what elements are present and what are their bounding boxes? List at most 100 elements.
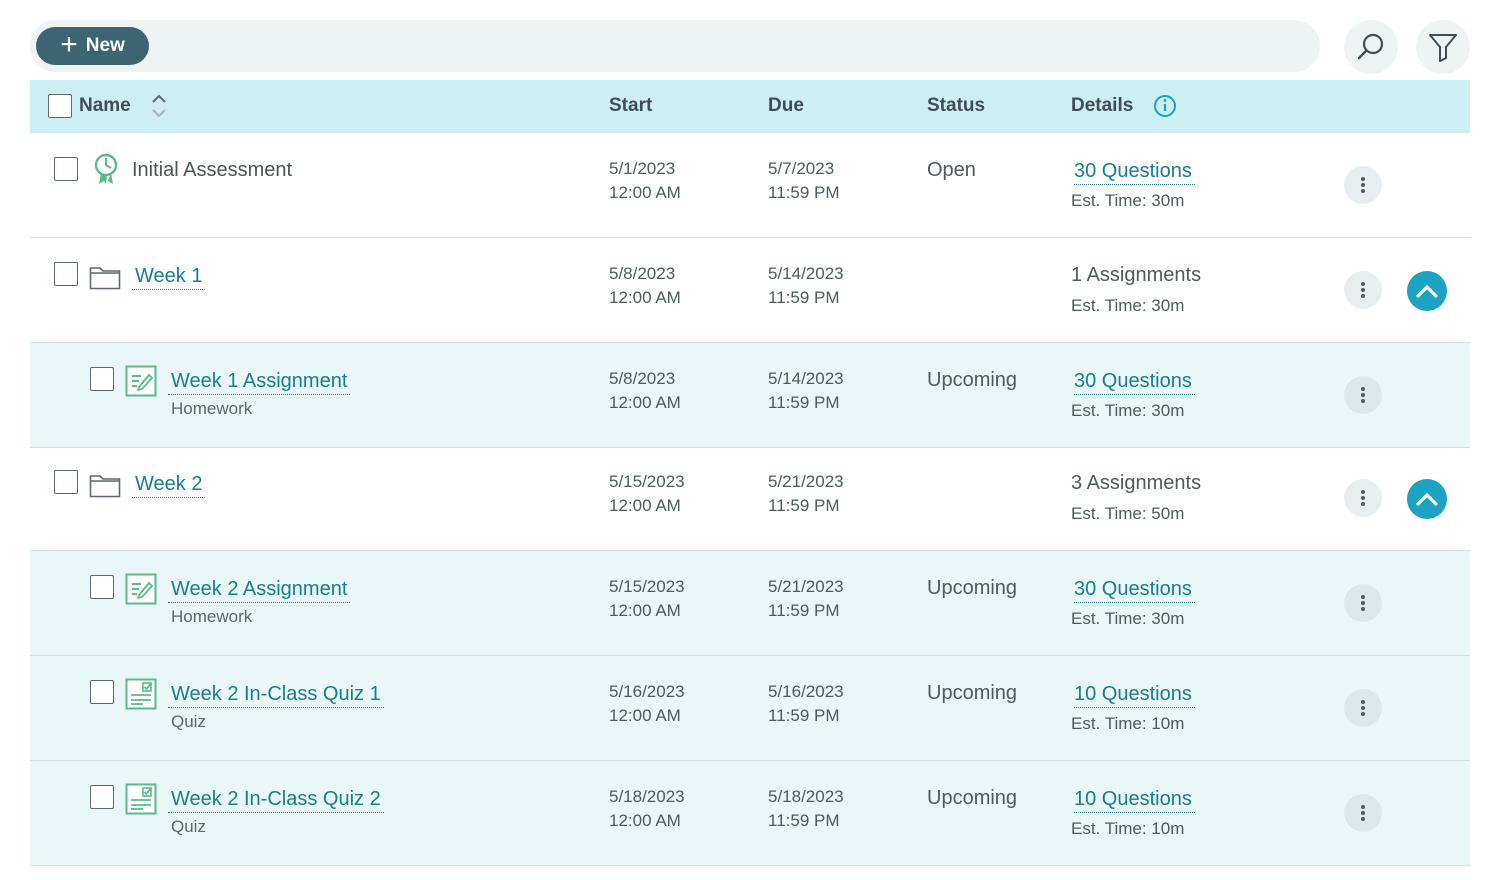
- est-time: Est. Time: 10m: [1071, 819, 1185, 838]
- toolbar: + New: [30, 20, 1320, 72]
- header-status: Status: [927, 95, 986, 116]
- due-date: 5/14/2023 11:59 PM: [768, 369, 844, 412]
- questions-link[interactable]: 10 Questions: [1074, 787, 1195, 813]
- header-name: Name: [79, 95, 131, 116]
- row-checkbox[interactable]: [90, 680, 114, 704]
- start-date: 5/18/2023 12:00 AM: [609, 787, 685, 830]
- questions-link[interactable]: 30 Questions: [1074, 159, 1195, 185]
- due-date: 5/18/2023 11:59 PM: [768, 787, 844, 830]
- row-checkbox[interactable]: [90, 785, 114, 809]
- info-icon[interactable]: [1153, 94, 1177, 118]
- folder-icon: [89, 267, 121, 290]
- more-vertical-icon: [1361, 490, 1365, 506]
- item-name: Initial Assessment: [132, 159, 293, 181]
- select-all-checkbox[interactable]: [48, 94, 72, 118]
- est-time: Est. Time: 50m: [1071, 504, 1185, 523]
- folder-link[interactable]: Week 1: [132, 264, 206, 290]
- status-text: Upcoming: [927, 787, 1018, 809]
- chevron-up-icon: [1416, 493, 1438, 506]
- table-row: Week 2 In-Class Quiz 2 Quiz 5/18/2023 12:…: [30, 761, 1470, 866]
- folder-link[interactable]: Week 2: [132, 472, 206, 498]
- row-checkbox[interactable]: [90, 367, 114, 391]
- quiz-icon: [125, 678, 157, 710]
- more-vertical-icon: [1361, 805, 1365, 821]
- table-row: Week 1 Assignment Homework 5/8/2023 12:00…: [30, 343, 1470, 448]
- due-date: 5/16/2023 11:59 PM: [768, 682, 844, 725]
- est-time: Est. Time: 30m: [1071, 191, 1185, 210]
- assessment-badge-icon: [94, 153, 118, 184]
- row-checkbox[interactable]: [90, 575, 114, 599]
- more-vertical-icon: [1361, 700, 1365, 716]
- est-time: Est. Time: 30m: [1071, 609, 1185, 628]
- table-row: Week 1 5/8/2023 12:00 AM 5/14/2023 11:59 P…: [30, 238, 1470, 343]
- est-time: Est. Time: 30m: [1071, 296, 1185, 315]
- more-vertical-icon: [1361, 595, 1365, 611]
- folder-icon: [89, 475, 121, 498]
- row-menu-button[interactable]: [1344, 271, 1382, 309]
- search-icon: [1357, 33, 1384, 60]
- quiz-link[interactable]: Week 2 In-Class Quiz 2: [168, 787, 384, 813]
- due-date: 5/21/2023 11:59 PM: [768, 472, 844, 515]
- homework-icon: [125, 365, 157, 397]
- row-menu-button[interactable]: [1344, 794, 1382, 832]
- table-row: Week 2 5/15/2023 12:00 AM 5/21/2023 11:59 …: [30, 446, 1470, 551]
- est-time: Est. Time: 30m: [1071, 401, 1185, 420]
- row-menu-button[interactable]: [1344, 166, 1382, 204]
- status-text: Open: [927, 159, 976, 181]
- row-menu-button[interactable]: [1344, 689, 1382, 727]
- row-checkbox[interactable]: [54, 470, 78, 494]
- filter-button[interactable]: [1416, 20, 1470, 74]
- more-vertical-icon: [1361, 177, 1365, 193]
- status-text: Upcoming: [927, 577, 1018, 599]
- chevron-up-icon: [1416, 285, 1438, 298]
- item-type: Quiz: [171, 817, 206, 836]
- assignments-count: 1 Assignments: [1071, 264, 1202, 286]
- due-date: 5/7/2023 11:59 PM: [768, 159, 840, 202]
- item-type: Quiz: [171, 712, 206, 731]
- item-type: Homework: [171, 399, 253, 418]
- assignments-count: 3 Assignments: [1071, 472, 1202, 494]
- row-menu-button[interactable]: [1344, 376, 1382, 414]
- plus-icon: +: [60, 27, 78, 61]
- status-text: Upcoming: [927, 682, 1018, 704]
- item-type: Homework: [171, 607, 253, 626]
- start-date: 5/16/2023 12:00 AM: [609, 682, 685, 725]
- table-header: Name Start Due Status Details: [30, 80, 1470, 133]
- table-row: Week 2 Assignment Homework 5/15/2023 12:0…: [30, 551, 1470, 656]
- assignment-link[interactable]: Week 1 Assignment: [168, 369, 351, 395]
- due-date: 5/21/2023 11:59 PM: [768, 577, 844, 620]
- homework-icon: [125, 573, 157, 605]
- quiz-link[interactable]: Week 2 In-Class Quiz 1: [168, 682, 384, 708]
- table-row: Initial Assessment 5/1/2023 12:00 AM 5/7/…: [30, 133, 1470, 238]
- filter-icon: [1429, 34, 1457, 62]
- start-date: 5/15/2023 12:00 AM: [609, 472, 685, 515]
- header-details: Details: [1071, 95, 1134, 116]
- row-menu-button[interactable]: [1344, 584, 1382, 622]
- more-vertical-icon: [1361, 282, 1365, 298]
- questions-link[interactable]: 30 Questions: [1074, 369, 1195, 395]
- row-checkbox[interactable]: [54, 157, 78, 181]
- assignment-link[interactable]: Week 2 Assignment: [168, 577, 351, 603]
- header-start: Start: [609, 95, 653, 116]
- est-time: Est. Time: 10m: [1071, 714, 1185, 733]
- table-row: Week 2 In-Class Quiz 1 Quiz 5/16/2023 12:…: [30, 656, 1470, 761]
- sort-icon[interactable]: [150, 92, 168, 120]
- status-text: Upcoming: [927, 369, 1018, 391]
- collapse-button[interactable]: [1407, 271, 1447, 311]
- header-due: Due: [768, 95, 804, 116]
- questions-link[interactable]: 10 Questions: [1074, 682, 1195, 708]
- row-checkbox[interactable]: [54, 262, 78, 286]
- new-button[interactable]: + New: [36, 27, 149, 65]
- start-date: 5/8/2023 12:00 AM: [609, 264, 681, 307]
- start-date: 5/15/2023 12:00 AM: [609, 577, 685, 620]
- start-date: 5/1/2023 12:00 AM: [609, 159, 681, 202]
- more-vertical-icon: [1361, 387, 1365, 403]
- questions-link[interactable]: 30 Questions: [1074, 577, 1195, 603]
- row-menu-button[interactable]: [1344, 479, 1382, 517]
- search-button[interactable]: [1344, 20, 1398, 74]
- new-button-label: New: [85, 35, 125, 56]
- collapse-button[interactable]: [1407, 479, 1447, 519]
- due-date: 5/14/2023 11:59 PM: [768, 264, 844, 307]
- quiz-icon: [125, 783, 157, 815]
- start-date: 5/8/2023 12:00 AM: [609, 369, 681, 412]
